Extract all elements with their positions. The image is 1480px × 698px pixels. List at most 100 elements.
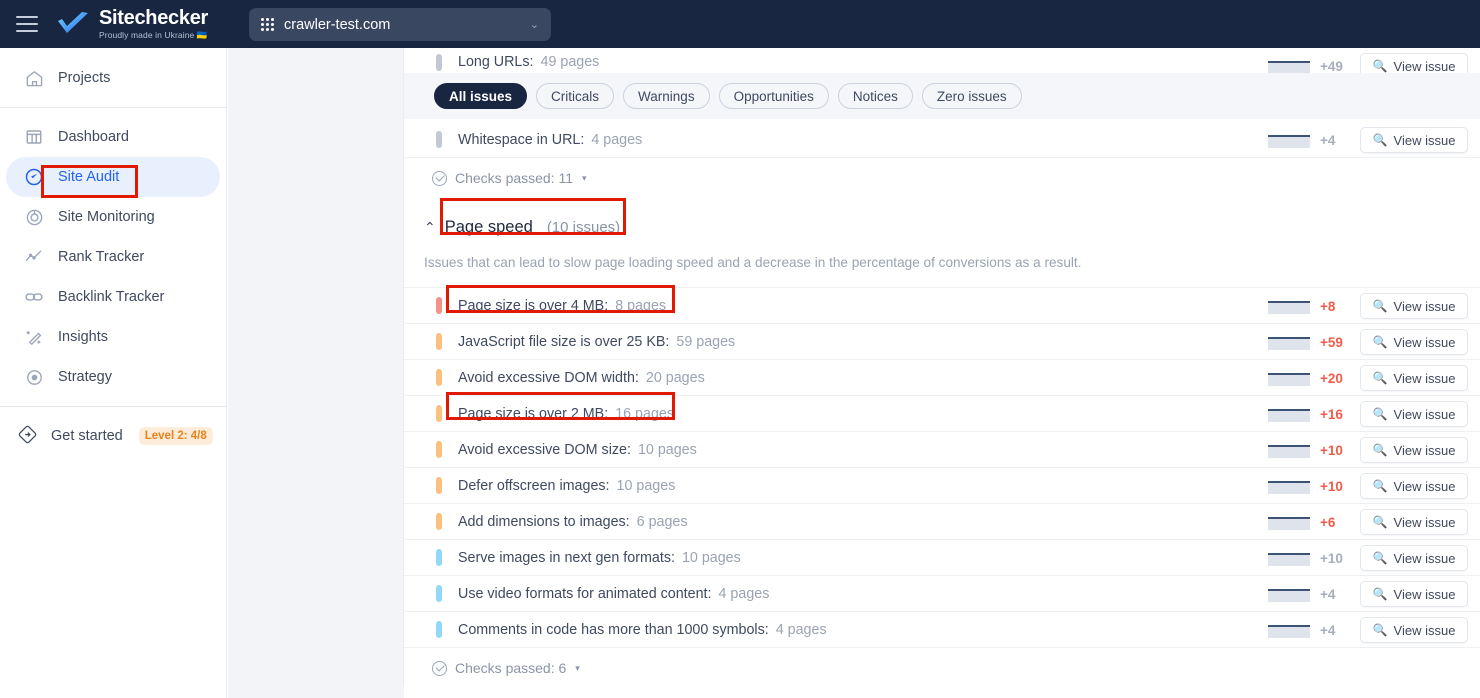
issue-row[interactable]: Avoid excessive DOM size: 10 pages +10 🔍 Vie… <box>404 432 1480 468</box>
issue-delta: +59 <box>1320 334 1343 350</box>
filter-chip-opportunities[interactable]: Opportunities <box>718 83 829 109</box>
issue-count: 10 pages <box>637 441 697 458</box>
severity-indicator <box>436 369 442 386</box>
view-issue-label: View issue <box>1393 514 1456 530</box>
issue-row[interactable]: Defer offscreen images: 10 pages +10 🔍 View … <box>404 468 1480 504</box>
view-issue-label: View issue <box>1393 622 1456 638</box>
issue-count: 4 pages <box>591 131 643 148</box>
sidebar-item-label: Dashboard <box>58 129 129 145</box>
sidebar-item-get-started[interactable]: Get started Level 2: 4/8 <box>0 416 226 456</box>
brand-logo[interactable]: Sitechecker Proudly made in Ukraine 🇺🇦 <box>56 8 208 40</box>
view-issue-label: View issue <box>1393 478 1456 494</box>
check-circle-icon <box>432 660 447 676</box>
issue-list: Page size is over 4 MB: 8 pages +8 🔍 View is… <box>404 288 1480 648</box>
section-description: Issues that can lead to slow page loadin… <box>424 255 1082 270</box>
checks-passed-label: Checks passed: 6 <box>455 660 567 676</box>
issue-sparkline <box>1268 440 1310 460</box>
sidebar-item-projects[interactable]: Projects <box>6 58 220 98</box>
sidebar-item-backlink-tracker[interactable]: Backlink Tracker <box>6 277 220 317</box>
app-root: Sitechecker Proudly made in Ukraine 🇺🇦 c… <box>0 0 1480 698</box>
issue-row[interactable]: Comments in code has more than 1000 symb… <box>404 612 1480 648</box>
view-issue-button[interactable]: 🔍 View issue <box>1360 473 1468 499</box>
view-issue-button[interactable]: 🔍 View issue <box>1360 545 1468 571</box>
severity-indicator <box>436 621 442 638</box>
severity-indicator <box>436 297 442 314</box>
view-issue-button[interactable]: 🔍 View issue <box>1360 617 1468 643</box>
issue-row[interactable]: Page size is over 2 MB: 16 pages +16 🔍 View … <box>404 396 1480 432</box>
sidebar-item-rank-tracker[interactable]: Rank Tracker <box>6 237 220 277</box>
severity-indicator <box>436 333 442 350</box>
view-issue-button[interactable]: 🔍 View issue <box>1360 365 1468 391</box>
filter-chip-notices[interactable]: Notices <box>837 83 913 109</box>
issue-row-long-urls[interactable]: Long URLs: 49 pages +49 🔍 View issue <box>404 48 1480 79</box>
severity-indicator <box>436 549 442 566</box>
main-content: Long URLs: 49 pages +49 🔍 View issue All… <box>404 48 1480 698</box>
sidebar-item-label: Projects <box>58 70 111 86</box>
search-icon: 🔍 <box>1372 623 1388 637</box>
sidebar-item-site-audit[interactable]: Site Audit <box>6 157 220 197</box>
sidebar-item-label: Strategy <box>58 369 112 385</box>
checks-passed-bottom[interactable]: Checks passed: 6 ▾ <box>404 648 1480 688</box>
view-issue-label: View issue <box>1393 442 1456 458</box>
issue-count: 10 pages <box>681 549 741 566</box>
issue-sparkline <box>1268 404 1310 424</box>
hamburger-icon[interactable] <box>16 16 38 32</box>
site-audit-icon <box>24 167 44 187</box>
apps-grid-icon <box>261 18 274 31</box>
issue-label: Page size is over 4 MB: <box>458 297 609 314</box>
filter-chip-warnings[interactable]: Warnings <box>623 83 710 109</box>
top-bar: Sitechecker Proudly made in Ukraine 🇺🇦 c… <box>0 0 1480 48</box>
search-icon: 🔍 <box>1372 479 1388 493</box>
view-issue-button[interactable]: 🔍 View issue <box>1360 437 1468 463</box>
sidebar-item-label: Rank Tracker <box>58 249 145 265</box>
view-issue-button[interactable]: 🔍 View issue <box>1360 127 1468 153</box>
issue-row[interactable]: Serve images in next gen formats: 10 page… <box>404 540 1480 576</box>
view-issue-label: View issue <box>1393 550 1456 566</box>
search-icon: 🔍 <box>1372 299 1388 313</box>
sidebar-item-strategy[interactable]: Strategy <box>6 357 220 397</box>
view-issue-button[interactable]: 🔍 View issue <box>1360 401 1468 427</box>
filter-chip-criticals[interactable]: Criticals <box>536 83 615 109</box>
sidebar-divider-1 <box>0 107 226 108</box>
issue-sparkline <box>1268 296 1310 316</box>
issue-row[interactable]: Avoid excessive DOM width: 20 pages +20 🔍 Vi… <box>404 360 1480 396</box>
filter-chip-zero-issues[interactable]: Zero issues <box>921 83 1022 109</box>
issue-sparkline <box>1268 512 1310 532</box>
issue-label: Avoid excessive DOM size: <box>458 441 631 458</box>
issue-count: 8 pages <box>615 297 667 314</box>
view-issue-button[interactable]: 🔍 View issue <box>1360 293 1468 319</box>
chevron-up-icon[interactable]: ⌃ <box>424 219 436 236</box>
search-icon: 🔍 <box>1372 407 1388 421</box>
issue-row[interactable]: Page size is over 4 MB: 8 pages +8 🔍 View is… <box>404 288 1480 324</box>
caret-down-icon: ▾ <box>575 662 580 673</box>
view-issue-button[interactable]: 🔍 View issue <box>1360 509 1468 535</box>
issue-count: 49 pages <box>540 54 600 70</box>
issue-label: Whitespace in URL: <box>458 131 585 148</box>
filter-chip-all-issues[interactable]: All issues <box>434 83 528 109</box>
sidebar-item-site-monitoring[interactable]: Site Monitoring <box>6 197 220 237</box>
issue-label: Comments in code has more than 1000 symb… <box>458 621 769 638</box>
view-issue-button[interactable]: 🔍 View issue <box>1360 581 1468 607</box>
check-circle-icon <box>432 170 447 186</box>
view-issue-button[interactable]: 🔍 View issue <box>1360 329 1468 355</box>
issue-count: 10 pages <box>616 477 676 494</box>
issue-delta: +8 <box>1320 298 1336 314</box>
section-title: Page speed <box>444 217 533 236</box>
issue-row[interactable]: JavaScript file size is over 25 KB: 59 pa… <box>404 324 1480 360</box>
issue-count: 59 pages <box>676 333 736 350</box>
issue-delta: +10 <box>1320 442 1343 458</box>
issue-row-whitespace-in-url[interactable]: Whitespace in URL: 4 pages +4 🔍 View iss… <box>404 122 1480 158</box>
severity-indicator <box>436 405 442 422</box>
sitechecker-check-icon <box>58 12 88 33</box>
issue-row[interactable]: Add dimensions to images: 6 pages +6 🔍 View … <box>404 504 1480 540</box>
brand-name: Sitechecker <box>99 7 208 30</box>
view-issue-label: View issue <box>1393 132 1456 148</box>
search-icon: 🔍 <box>1372 133 1388 147</box>
section-header-page-speed[interactable]: ⌃ Page speed (10 issues) <box>404 210 1480 244</box>
checks-passed-top[interactable]: Checks passed: 11 ▾ <box>404 158 1480 198</box>
sidebar-item-dashboard[interactable]: Dashboard <box>6 117 220 157</box>
issue-label: Add dimensions to images: <box>458 513 630 530</box>
sidebar-item-insights[interactable]: Insights <box>6 317 220 357</box>
domain-selector[interactable]: crawler-test.com ⌄ <box>249 8 551 41</box>
issue-row[interactable]: Use video formats for animated content: 4… <box>404 576 1480 612</box>
